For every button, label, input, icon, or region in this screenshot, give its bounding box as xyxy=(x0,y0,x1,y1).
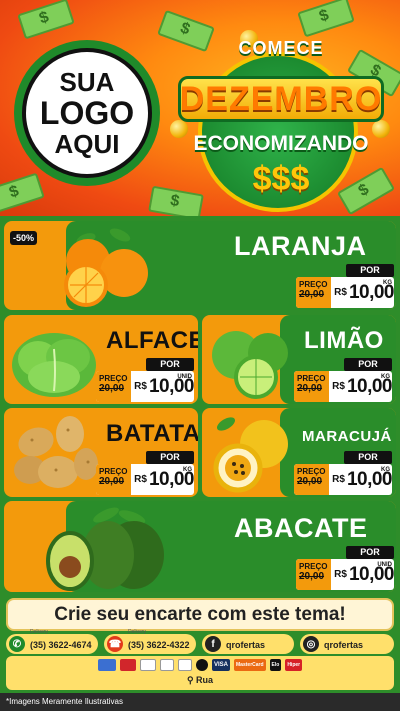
payment-methods: VISA MasterCard Elo Hiper xyxy=(98,659,303,671)
elo-card: Elo xyxy=(269,659,282,671)
product-card-maracuja[interactable]: MARACUJÁ POR PREÇO 20,00 R$ 10,00 KG xyxy=(202,408,396,497)
mastercard-card: MasterCard xyxy=(234,659,266,671)
por-label: POR xyxy=(346,264,394,277)
address: ⚲ Rua xyxy=(6,675,394,686)
lime-icon xyxy=(212,331,288,399)
phone-number: (35) 3622-4322 xyxy=(128,640,190,650)
preco-label: PREÇO xyxy=(299,562,328,571)
whatsapp-contact[interactable]: ✆ Delivery (35) 3622-4674 xyxy=(6,629,98,654)
product-card-laranja[interactable]: -50% LARANJA POR PREÇO 20,00 R$ 10,00 KG xyxy=(4,221,396,310)
logo-text-line-1: SUA xyxy=(59,66,115,97)
money-bill-decoration xyxy=(0,172,45,214)
phone-icon: ☎ xyxy=(107,636,123,652)
disclaimer-footer: *Imagens Meramente Ilustrativas xyxy=(0,693,400,711)
whatsapp-number: (35) 3622-4674 xyxy=(30,640,92,650)
por-label: POR xyxy=(146,451,194,464)
currency-symbol: R$ xyxy=(134,381,147,392)
card-icon xyxy=(140,659,156,671)
product-name: ABACATE xyxy=(234,513,368,543)
logo-text-line-2: LOGO xyxy=(39,94,135,131)
preco-label: PREÇO xyxy=(299,280,328,289)
promo-money-symbols: $$$ xyxy=(252,160,310,198)
avocado-icon xyxy=(46,507,164,591)
por-label: POR xyxy=(344,358,392,371)
promo-month-text: DEZEMBRO xyxy=(179,79,383,118)
instagram-contact[interactable]: ◎ qrofertas xyxy=(300,634,394,654)
hiper-card: Hiper xyxy=(285,659,303,671)
currency-symbol: R$ xyxy=(332,381,345,392)
discount-badge: -50% xyxy=(10,231,38,245)
card-icon xyxy=(120,659,136,671)
product-card-limao[interactable]: LIMÃO POR PREÇO 20,00 R$ 10,00 KG xyxy=(202,315,396,404)
credit-card-icon xyxy=(98,659,116,671)
passion-fruit-icon xyxy=(213,417,288,493)
price-tag: POR PREÇO 20,00 R$ 10,00 KG xyxy=(96,451,195,495)
por-label: POR xyxy=(146,358,194,371)
por-label: POR xyxy=(346,546,394,559)
facebook-icon: f xyxy=(205,636,221,652)
facebook-handle: qrofertas xyxy=(226,640,266,650)
instagram-handle: qrofertas xyxy=(324,640,364,650)
currency-symbol: R$ xyxy=(332,474,345,485)
phone-contact[interactable]: ☎ Delivery (35) 3622-4322 xyxy=(104,629,196,654)
card-icon xyxy=(178,659,192,671)
price-tag: POR PREÇO 20,00 R$ 10,00 KG xyxy=(294,358,393,402)
price-unit: UNID xyxy=(377,562,392,568)
logo-text-line-3: AQUI xyxy=(54,129,120,160)
old-price: 20,00 xyxy=(99,383,125,394)
preco-label: PREÇO xyxy=(297,467,326,476)
por-label: POR xyxy=(344,451,392,464)
old-price: 20,00 xyxy=(297,476,323,487)
price-tag: POR PREÇO 20,00 R$ 10,00 UNID xyxy=(96,358,195,402)
whatsapp-icon: ✆ xyxy=(9,636,25,652)
product-card-abacate[interactable]: ABACATE POR PREÇO 20,00 R$ 10,00 UNID xyxy=(4,501,396,592)
logo-placeholder: SUA LOGO AQUI xyxy=(14,40,160,186)
price-tag: POR PREÇO 20,00 R$ 10,00 KG xyxy=(296,264,395,308)
price-tag: POR PREÇO 20,00 R$ 10,00 KG xyxy=(294,451,393,495)
lettuce-icon xyxy=(12,333,96,397)
product-card-batata[interactable]: BATATA POR PREÇO 20,00 R$ 10,00 KG xyxy=(4,408,198,497)
price-unit: KG xyxy=(383,280,392,286)
money-bill-decoration xyxy=(17,0,75,40)
orange-fruit-icon xyxy=(64,228,148,307)
preco-label: PREÇO xyxy=(99,374,128,383)
delivery-label: Delivery xyxy=(30,629,49,635)
preco-label: PREÇO xyxy=(297,374,326,383)
header-banner: SUA LOGO AQUI COMECE DEZEMBRO ECONOMIZAN… xyxy=(0,0,400,216)
promo-sub-text: ECONOMIZANDO xyxy=(193,132,369,155)
price-unit: UNID xyxy=(177,374,192,380)
price-unit: KG xyxy=(381,467,390,473)
price-unit: KG xyxy=(183,467,192,473)
promo-top-text: COMECE xyxy=(238,38,324,58)
currency-symbol: R$ xyxy=(334,287,347,298)
product-name: BATATA xyxy=(106,420,198,447)
product-name: LARANJA xyxy=(234,231,367,261)
old-price: 20,00 xyxy=(299,571,325,582)
promo-emblem: COMECE DEZEMBRO ECONOMIZANDO $$$ xyxy=(176,32,386,212)
delivery-label: Delivery xyxy=(128,629,147,635)
product-card-alface[interactable]: ALFACE POR PREÇO 20,00 R$ 10,00 UNID xyxy=(4,315,198,404)
old-price: 20,00 xyxy=(99,476,125,487)
old-price: 20,00 xyxy=(297,383,323,394)
card-icon xyxy=(196,659,208,671)
potato-icon xyxy=(14,416,98,488)
facebook-contact[interactable]: f qrofertas xyxy=(202,634,294,654)
create-flyer-cta[interactable]: Crie seu encarte com este tema! xyxy=(6,598,394,631)
payment-and-address-bar: VISA MasterCard Elo Hiper ⚲ Rua xyxy=(6,656,394,690)
product-name: ALFACE xyxy=(106,327,198,354)
price-unit: KG xyxy=(381,374,390,380)
currency-symbol: R$ xyxy=(134,474,147,485)
old-price: 20,00 xyxy=(299,289,325,300)
currency-symbol: R$ xyxy=(334,569,347,580)
product-name: MARACUJÁ xyxy=(302,428,392,445)
preco-label: PREÇO xyxy=(99,467,128,476)
location-pin-icon: ⚲ xyxy=(186,675,194,685)
card-icon xyxy=(160,659,174,671)
promo-month-banner: DEZEMBRO xyxy=(178,76,384,122)
address-text: Rua xyxy=(196,675,214,685)
price-tag: POR PREÇO 20,00 R$ 10,00 UNID xyxy=(296,546,395,590)
product-name: LIMÃO xyxy=(304,327,384,354)
instagram-icon: ◎ xyxy=(303,636,319,652)
visa-card: VISA xyxy=(212,659,231,671)
